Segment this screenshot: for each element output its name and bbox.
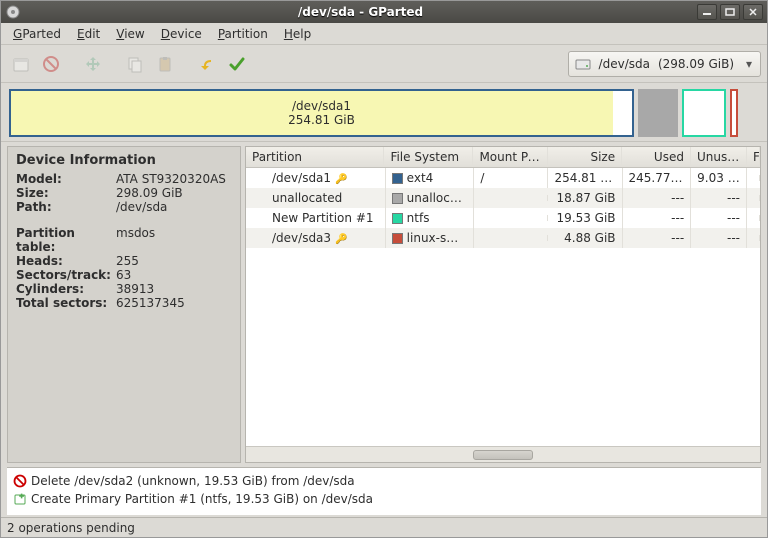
device-info-heading: Device Information (16, 153, 232, 168)
window-title: /dev/sda - GParted (27, 5, 694, 19)
device-selector[interactable]: /dev/sda (298.09 GiB) ▾ (568, 51, 761, 77)
status-text: 2 operations pending (7, 521, 135, 535)
col-unused[interactable]: Unused (691, 147, 747, 167)
horizontal-scrollbar[interactable] (246, 446, 760, 462)
chevron-down-icon: ▾ (742, 57, 756, 71)
partition-map: /dev/sda1 254.81 GiB (1, 83, 767, 141)
statusbar: 2 operations pending (1, 517, 767, 537)
menu-device[interactable]: Device (153, 25, 210, 43)
toolbar: /dev/sda (298.09 GiB) ▾ (1, 45, 767, 83)
table-row[interactable]: /dev/sda1🔑ext4/254.81 GiB245.77 GiB9.03 … (246, 168, 760, 188)
delete-icon (13, 474, 27, 488)
maximize-button[interactable] (720, 4, 740, 20)
lock-icon: 🔑 (335, 174, 347, 185)
pending-operations-panel: Delete /dev/sda2 (unknown, 19.53 GiB) fr… (7, 467, 761, 515)
pending-op[interactable]: Delete /dev/sda2 (unknown, 19.53 GiB) fr… (13, 472, 755, 490)
minimize-button[interactable] (697, 4, 717, 20)
device-info-panel: Device Information Model:ATA ST9320320AS… (7, 146, 241, 463)
close-button[interactable] (743, 4, 763, 20)
col-flags[interactable]: Fla (747, 147, 760, 167)
pending-op[interactable]: Create Primary Partition #1 (ntfs, 19.53… (13, 490, 755, 508)
partition-block-unallocated[interactable] (638, 89, 678, 137)
partition-table: Partition File System Mount Point Size U… (245, 146, 761, 463)
table-row[interactable]: unallocatedunallocated18.87 GiB------ (246, 188, 760, 208)
col-size[interactable]: Size (548, 147, 622, 167)
partition-block-sda3[interactable] (730, 89, 738, 137)
partition-block-new1[interactable] (682, 89, 726, 137)
partition-block-label-name: /dev/sda1 (11, 99, 632, 113)
table-row[interactable]: /dev/sda3🔑linux-swap4.88 GiB------ (246, 228, 760, 248)
device-selector-device: /dev/sda (599, 57, 650, 71)
delete-partition-button[interactable] (37, 50, 65, 78)
menu-help[interactable]: Help (276, 25, 319, 43)
undo-button[interactable] (193, 50, 221, 78)
app-icon (5, 4, 21, 20)
lock-icon: 🔑 (335, 234, 347, 245)
col-mountpoint[interactable]: Mount Point (473, 147, 547, 167)
col-filesystem[interactable]: File System (384, 147, 473, 167)
menu-gparted[interactable]: GParted (5, 25, 69, 43)
apply-button[interactable] (223, 50, 251, 78)
col-used[interactable]: Used (622, 147, 691, 167)
partition-block-sda1[interactable]: /dev/sda1 254.81 GiB (9, 89, 634, 137)
device-selector-size: (298.09 GiB) (658, 57, 734, 71)
resize-move-button[interactable] (79, 50, 107, 78)
app-window: /dev/sda - GParted GParted Edit View Dev… (0, 0, 768, 538)
table-row[interactable]: New Partition #1ntfs19.53 GiB------ (246, 208, 760, 228)
menubar: GParted Edit View Device Partition Help (1, 23, 767, 45)
menu-edit[interactable]: Edit (69, 25, 108, 43)
create-icon (13, 492, 27, 506)
table-header: Partition File System Mount Point Size U… (246, 147, 760, 168)
harddisk-icon (575, 56, 591, 72)
titlebar: /dev/sda - GParted (1, 1, 767, 23)
copy-button[interactable] (121, 50, 149, 78)
paste-button[interactable] (151, 50, 179, 78)
menu-view[interactable]: View (108, 25, 152, 43)
pending-op-text: Delete /dev/sda2 (unknown, 19.53 GiB) fr… (31, 474, 355, 488)
partition-block-label-size: 254.81 GiB (11, 113, 632, 127)
new-partition-button[interactable] (7, 50, 35, 78)
pending-op-text: Create Primary Partition #1 (ntfs, 19.53… (31, 492, 373, 506)
menu-partition[interactable]: Partition (210, 25, 276, 43)
col-partition[interactable]: Partition (246, 147, 384, 167)
table-body: /dev/sda1🔑ext4/254.81 GiB245.77 GiB9.03 … (246, 168, 760, 446)
